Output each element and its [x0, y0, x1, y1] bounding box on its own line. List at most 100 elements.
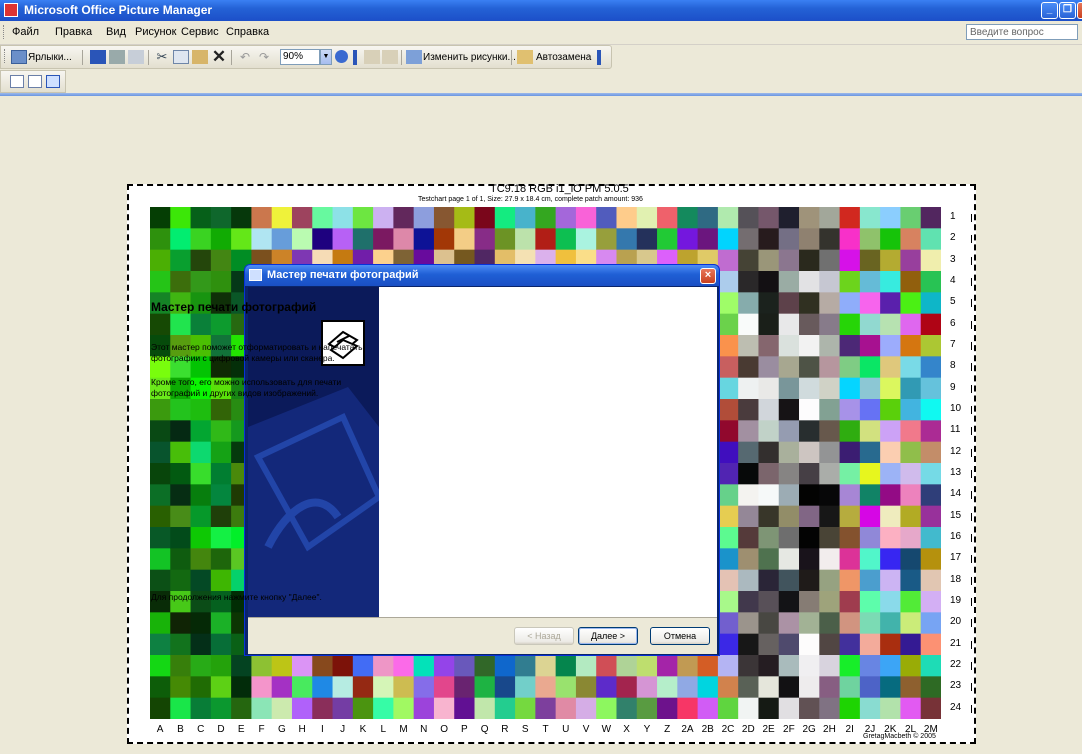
color-patch: [413, 228, 435, 251]
color-patch: [900, 271, 922, 293]
color-patch: [170, 249, 192, 272]
color-patch: [150, 527, 171, 549]
column-label: K: [359, 724, 367, 735]
color-patch: [717, 356, 739, 379]
menu-help[interactable]: Справка: [226, 26, 269, 38]
color-patch: [819, 207, 841, 229]
color-patch: [859, 313, 881, 336]
toolbar-grip[interactable]: [4, 49, 8, 63]
color-patch: [738, 463, 759, 485]
help-search-input[interactable]: Введите вопрос: [966, 24, 1078, 40]
menu-edit[interactable]: Правка: [55, 26, 92, 38]
color-patch: [799, 399, 820, 421]
chart-subtitle: Testchart page 1 of 1, Size: 27.9 x 18.4…: [418, 196, 643, 203]
minimize-button[interactable]: _: [1041, 2, 1058, 19]
rotate-right-icon[interactable]: [382, 50, 398, 64]
cancel-button[interactable]: Отмена: [650, 627, 710, 645]
zoom-select[interactable]: 90%: [280, 49, 320, 65]
color-patch: [900, 612, 922, 635]
color-patch: [738, 527, 759, 549]
color-patch: [433, 697, 455, 719]
window-title: Microsoft Office Picture Manager: [24, 3, 213, 17]
row-label: 17: [950, 552, 974, 564]
color-patch: [778, 377, 800, 400]
color-patch: [190, 249, 212, 272]
undo-icon[interactable]: ↶: [237, 50, 253, 64]
color-patch: [900, 591, 922, 613]
color-patch: [717, 292, 739, 315]
color-patch: [778, 399, 800, 421]
color-patch: [880, 505, 901, 528]
color-patch: [900, 356, 922, 379]
color-patch: [900, 420, 922, 443]
color-patch: [738, 399, 759, 421]
rotate-left-icon[interactable]: [364, 50, 380, 64]
close-button[interactable]: [1077, 2, 1082, 19]
shortcuts-icon: [11, 50, 27, 64]
color-patch: [920, 505, 941, 528]
color-patch: [738, 292, 759, 315]
copy-icon[interactable]: [173, 50, 189, 64]
cut-icon[interactable]: ✂: [154, 50, 170, 64]
color-patch: [880, 612, 901, 635]
toolbar-options-icon[interactable]: [353, 50, 357, 65]
paste-icon[interactable]: [192, 50, 208, 64]
color-patch: [677, 676, 699, 699]
color-patch: [859, 441, 881, 464]
thumbnail-view-icon[interactable]: [10, 75, 24, 88]
chart-copyright: GretagMacbeth © 2005: [863, 733, 936, 740]
zoom-dropdown-arrow[interactable]: ▼: [320, 49, 332, 65]
toolbar-options-icon[interactable]: [597, 50, 601, 65]
menu-file[interactable]: Файл: [12, 26, 39, 38]
column-label: A: [156, 724, 164, 735]
next-button[interactable]: Далее >: [578, 627, 638, 645]
color-patch: [819, 228, 841, 251]
email-icon[interactable]: [128, 50, 144, 64]
restore-button[interactable]: ❐: [1059, 2, 1076, 19]
menu-tools[interactable]: Сервис: [181, 26, 219, 38]
color-patch: [839, 548, 861, 571]
color-patch: [758, 399, 780, 421]
back-button[interactable]: < Назад: [514, 627, 574, 645]
color-patch: [819, 697, 841, 719]
save-icon[interactable]: [90, 50, 106, 64]
color-patch: [535, 228, 557, 251]
dialog-close-button[interactable]: ×: [700, 268, 716, 284]
filmstrip-view-icon[interactable]: [28, 75, 42, 88]
menu-picture[interactable]: Рисунок: [135, 26, 177, 38]
color-patch: [717, 249, 739, 272]
column-label: N: [420, 724, 428, 735]
shortcuts-button[interactable]: Ярлыки...: [28, 52, 72, 63]
row-label: 11: [950, 424, 974, 436]
color-patch: [555, 697, 577, 719]
color-patch: [758, 591, 780, 613]
help-icon[interactable]: [335, 50, 348, 63]
menu-view[interactable]: Вид: [106, 26, 126, 38]
color-patch: [758, 463, 780, 485]
color-patch: [738, 484, 759, 507]
color-patch: [150, 612, 171, 635]
color-patch: [657, 697, 678, 719]
color-patch: [413, 207, 435, 229]
color-patch: [150, 484, 171, 507]
color-patch: [880, 441, 901, 464]
delete-icon[interactable]: ✕: [211, 48, 227, 65]
print-icon[interactable]: [109, 50, 125, 64]
color-patch: [332, 676, 354, 699]
color-patch: [738, 612, 759, 635]
color-patch: [839, 313, 861, 336]
redo-icon[interactable]: ↷: [256, 50, 272, 64]
single-picture-view-icon[interactable]: [46, 75, 60, 88]
color-patch: [819, 548, 841, 571]
menubar-grip[interactable]: [3, 25, 7, 39]
autocorrect-button[interactable]: Автозамена: [536, 52, 591, 63]
color-patch: [150, 697, 171, 719]
color-patch: [778, 569, 800, 592]
color-patch: [738, 676, 759, 699]
color-patch: [839, 228, 861, 251]
autocorrect-icon: [517, 50, 533, 64]
window-titlebar: Microsoft Office Picture Manager _ ❐: [0, 0, 1082, 21]
color-patch: [170, 676, 192, 699]
color-patch: [190, 228, 212, 251]
edit-pictures-button[interactable]: Изменить рисунки...: [423, 52, 516, 63]
